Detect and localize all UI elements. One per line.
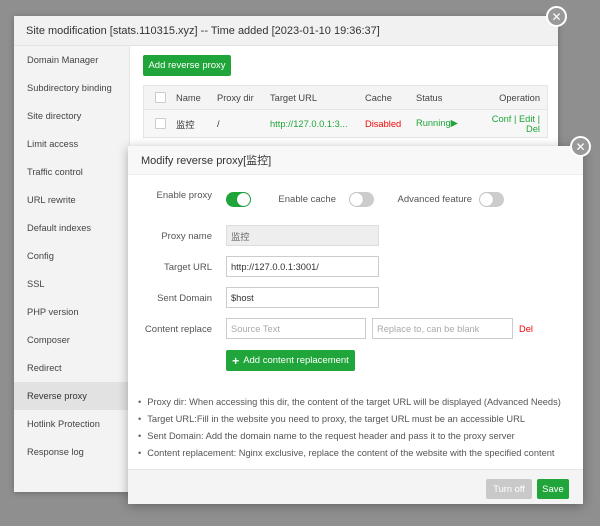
sidebar-item-reverse-proxy[interactable]: Reverse proxy [14,382,129,410]
plus-icon: + [232,353,240,368]
note-item: Proxy dir: When accessing this dir, the … [138,393,573,410]
proxy-name-input[interactable] [226,225,379,246]
row-checkbox[interactable] [154,118,166,129]
column-header-target-url: Target URL [270,92,318,103]
proxy-name-label: Proxy name [161,231,212,242]
op-separator: | [535,113,540,124]
target-url-label: Target URL [163,262,212,273]
note-item: Sent Domain: Add the domain name to the … [138,427,573,444]
table-row: 监控 / http://127.0.0.1:3... Disabled Runn… [144,110,547,137]
sidebar-item-url-rewrite[interactable]: URL rewrite [14,186,129,214]
sidebar-item-domain-manager[interactable]: Domain Manager [14,46,129,74]
note-item: Target URL:Fill in the website you need … [138,410,573,427]
sidebar-item-limit-access[interactable]: Limit access [14,130,129,158]
del-link[interactable]: Del [526,124,540,134]
sidebar-item-config[interactable]: Config [14,242,129,270]
column-header-operation: Operation [499,92,540,103]
modal-title: Modify reverse proxy[监控] [128,146,583,175]
sidebar-item-php-version[interactable]: PHP version [14,298,129,326]
sidebar-item-redirect[interactable]: Redirect [14,354,129,382]
row-operations: Conf | Edit | Del [476,114,547,134]
sidebar-item-composer[interactable]: Composer [14,326,129,354]
conf-link[interactable]: Conf [492,114,512,124]
source-text-input[interactable] [226,318,366,339]
sidebar-item-site-directory[interactable]: Site directory [14,102,129,130]
select-all-checkbox[interactable] [154,92,166,103]
advanced-feature-label: Advanced feature [397,194,472,205]
dialog-titlebar: Site modification [stats.110315.xyz] -- … [14,16,558,46]
modify-reverse-proxy-dialog: Modify reverse proxy[监控] Enable proxy En… [128,146,583,504]
sidebar-item-default-indexes[interactable]: Default indexes [14,214,129,242]
proxy-table: Name Proxy dir Target URL Cache Status O… [143,85,548,138]
settings-sidebar: Domain Manager Subdirectory binding Site… [14,46,130,492]
enable-cache-label: Enable cache [278,194,336,205]
note-item: Content replacement: Nginx exclusive, re… [138,444,573,461]
column-header-proxy-dir: Proxy dir [217,92,254,103]
sidebar-item-response-log[interactable]: Response log [14,438,129,466]
enable-proxy-label: Enable proxy [156,190,212,201]
replace-text-input[interactable] [372,318,513,339]
row-target-url[interactable]: http://127.0.0.1:3... [270,119,365,129]
status-text: Running [416,118,451,128]
sent-domain-input[interactable] [226,287,379,308]
row-proxy-dir: / [217,118,220,129]
help-notes: Proxy dir: When accessing this dir, the … [138,393,573,461]
turn-off-button[interactable]: Turn off [486,479,532,499]
modal-close-icon[interactable]: ✕ [570,136,591,157]
replace-del-link[interactable]: Del [519,324,533,334]
row-name: 监控 [176,119,195,130]
play-icon: ▶ [450,118,458,128]
column-header-cache: Cache [365,92,392,103]
add-content-replacement-label: Add content replacement [243,355,349,366]
sidebar-item-traffic-control[interactable]: Traffic control [14,158,129,186]
add-reverse-proxy-button[interactable]: Add reverse proxy [143,55,231,76]
add-content-replacement-button[interactable]: + Add content replacement [226,350,355,371]
content-replace-label: Content replace [144,324,212,335]
edit-link[interactable]: Edit [519,114,535,124]
enable-proxy-toggle[interactable] [226,192,251,207]
enable-cache-toggle[interactable] [349,192,374,207]
op-separator: | [511,113,519,124]
column-header-name: Name [176,92,201,103]
sent-domain-label: Sent Domain [157,293,212,304]
table-header: Name Proxy dir Target URL Cache Status O… [144,86,547,110]
target-url-input[interactable] [226,256,379,277]
sidebar-item-hotlink-protection[interactable]: Hotlink Protection [14,410,129,438]
close-icon[interactable]: ✕ [546,6,567,27]
sidebar-item-subdirectory-binding[interactable]: Subdirectory binding [14,74,129,102]
advanced-feature-toggle[interactable] [479,192,504,207]
row-running-status[interactable]: Running▶ [416,118,476,129]
row-cache-status[interactable]: Disabled [365,119,416,129]
sidebar-item-ssl[interactable]: SSL [14,270,129,298]
dialog-title: Site modification [stats.110315.xyz] -- … [26,24,380,37]
column-header-status: Status [416,92,443,103]
save-button[interactable]: Save [537,479,569,499]
modal-footer: Turn off Save [128,469,583,504]
